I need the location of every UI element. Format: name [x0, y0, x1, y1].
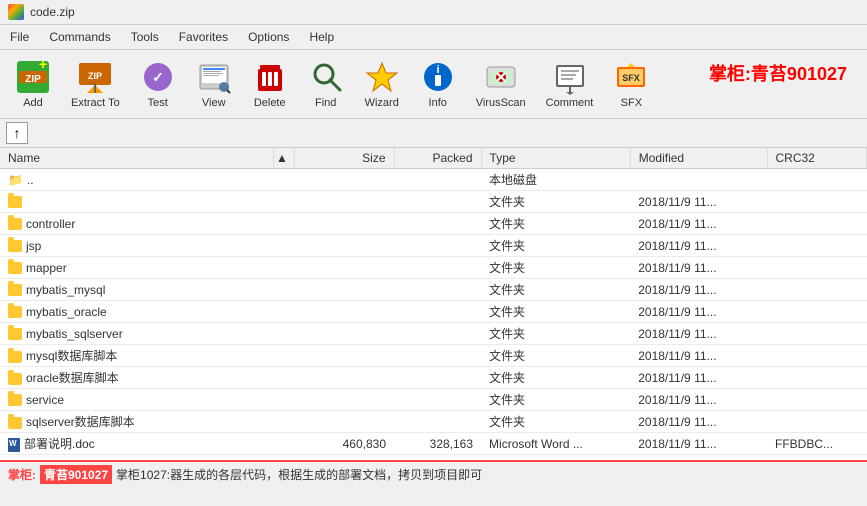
table-row[interactable]: mybatis_mysql文件夹2018/11/9 11... [0, 279, 867, 301]
svg-text:+: + [39, 59, 47, 72]
svg-text:i: i [436, 64, 439, 76]
status-bar: 掌柜: 青苔901027 掌柜1027:器生成的各层代码，根据生成的部署文档，拷… [0, 460, 867, 487]
find-icon [308, 59, 344, 95]
toolbar: ZIP + Add ZIP Extract To ✓ Test [0, 50, 867, 119]
table-row[interactable]: controller文件夹2018/11/9 11... [0, 213, 867, 235]
app-icon [8, 4, 24, 20]
table-row[interactable]: service文件夹2018/11/9 11... [0, 389, 867, 411]
table-row[interactable]: jsp文件夹2018/11/9 11... [0, 235, 867, 257]
view-button[interactable]: View [187, 54, 241, 114]
extract-label: Extract To [71, 97, 120, 109]
title-text: code.zip [30, 5, 75, 19]
info-button[interactable]: i Info [411, 54, 465, 114]
table-row[interactable]: mybatis_sqlserver文件夹2018/11/9 11... [0, 323, 867, 345]
col-packed[interactable]: Packed [394, 148, 481, 169]
table-row[interactable]: sqlserver数据库脚本文件夹2018/11/9 11... [0, 411, 867, 433]
sfx-label: SFX [621, 97, 642, 109]
menu-help[interactable]: Help [299, 27, 344, 47]
col-modified[interactable]: Modified [630, 148, 767, 169]
table-row[interactable]: mysql数据库脚本文件夹2018/11/9 11... [0, 345, 867, 367]
comment-label: Comment [546, 97, 594, 109]
virusscan-label: VirusScan [476, 97, 526, 109]
table-row[interactable]: mapper文件夹2018/11/9 11... [0, 257, 867, 279]
table-row[interactable]: 📁..本地磁盘 [0, 169, 867, 191]
title-bar: code.zip [0, 0, 867, 25]
col-sort-indicator: ▲ [274, 148, 295, 169]
add-label: Add [23, 97, 43, 109]
status-watermark-highlight: 青苔901027 [40, 465, 112, 484]
comment-icon [552, 59, 588, 95]
extract-to-button[interactable]: ZIP Extract To [62, 54, 129, 114]
col-crc32[interactable]: CRC32 [767, 148, 867, 169]
up-button[interactable]: ↑ [6, 122, 28, 144]
menu-options[interactable]: Options [238, 27, 299, 47]
menu-tools[interactable]: Tools [121, 27, 169, 47]
sfx-button[interactable]: SFX SFX [604, 54, 658, 114]
virusscan-button[interactable]: VirusScan [467, 54, 535, 114]
wizard-label: Wizard [365, 97, 399, 109]
add-button[interactable]: ZIP + Add [6, 54, 60, 114]
extract-icon: ZIP [77, 59, 113, 95]
test-icon: ✓ [140, 59, 176, 95]
find-label: Find [315, 97, 336, 109]
view-label: View [202, 97, 226, 109]
table-row[interactable]: oracle数据库脚本文件夹2018/11/9 11... [0, 367, 867, 389]
menu-bar: File Commands Tools Favorites Options He… [0, 25, 867, 50]
comment-button[interactable]: Comment [537, 54, 603, 114]
delete-label: Delete [254, 97, 286, 109]
sfx-icon: SFX [613, 59, 649, 95]
col-type[interactable]: Type [481, 148, 630, 169]
col-size[interactable]: Size [295, 148, 394, 169]
view-icon [196, 59, 232, 95]
svg-text:ZIP: ZIP [25, 74, 41, 85]
add-icon: ZIP + [15, 59, 51, 95]
wizard-button[interactable]: Wizard [355, 54, 409, 114]
status-message: 掌柜1027:器生成的各层代码，根据生成的部署文档，拷贝到项目即可 [116, 466, 482, 483]
file-table: Name ▲ Size Packed Type Modified CRC32 📁… [0, 148, 867, 455]
test-label: Test [148, 97, 168, 109]
toolbar-watermark: 掌柜:青苔901027 [709, 60, 847, 86]
delete-button[interactable]: Delete [243, 54, 297, 114]
virusscan-icon [483, 59, 519, 95]
status-watermark: 掌柜: [8, 466, 36, 483]
menu-file[interactable]: File [0, 27, 39, 47]
table-row[interactable]: mybatis_oracle文件夹2018/11/9 11... [0, 301, 867, 323]
menu-commands[interactable]: Commands [39, 27, 120, 47]
svg-text:✓: ✓ [152, 69, 164, 85]
wizard-icon [364, 59, 400, 95]
table-row[interactable]: 文件夹2018/11/9 11... [0, 191, 867, 213]
find-button[interactable]: Find [299, 54, 353, 114]
svg-text:SFX: SFX [623, 73, 641, 83]
svg-text:ZIP: ZIP [88, 71, 102, 81]
test-button[interactable]: ✓ Test [131, 54, 185, 114]
nav-bar: ↑ [0, 119, 867, 148]
table-row[interactable]: 部署说明.doc460,830328,163Microsoft Word ...… [0, 433, 867, 455]
delete-icon [252, 59, 288, 95]
col-name[interactable]: Name [0, 148, 274, 169]
info-label: Info [429, 97, 447, 109]
menu-favorites[interactable]: Favorites [169, 27, 238, 47]
info-icon: i [420, 59, 456, 95]
